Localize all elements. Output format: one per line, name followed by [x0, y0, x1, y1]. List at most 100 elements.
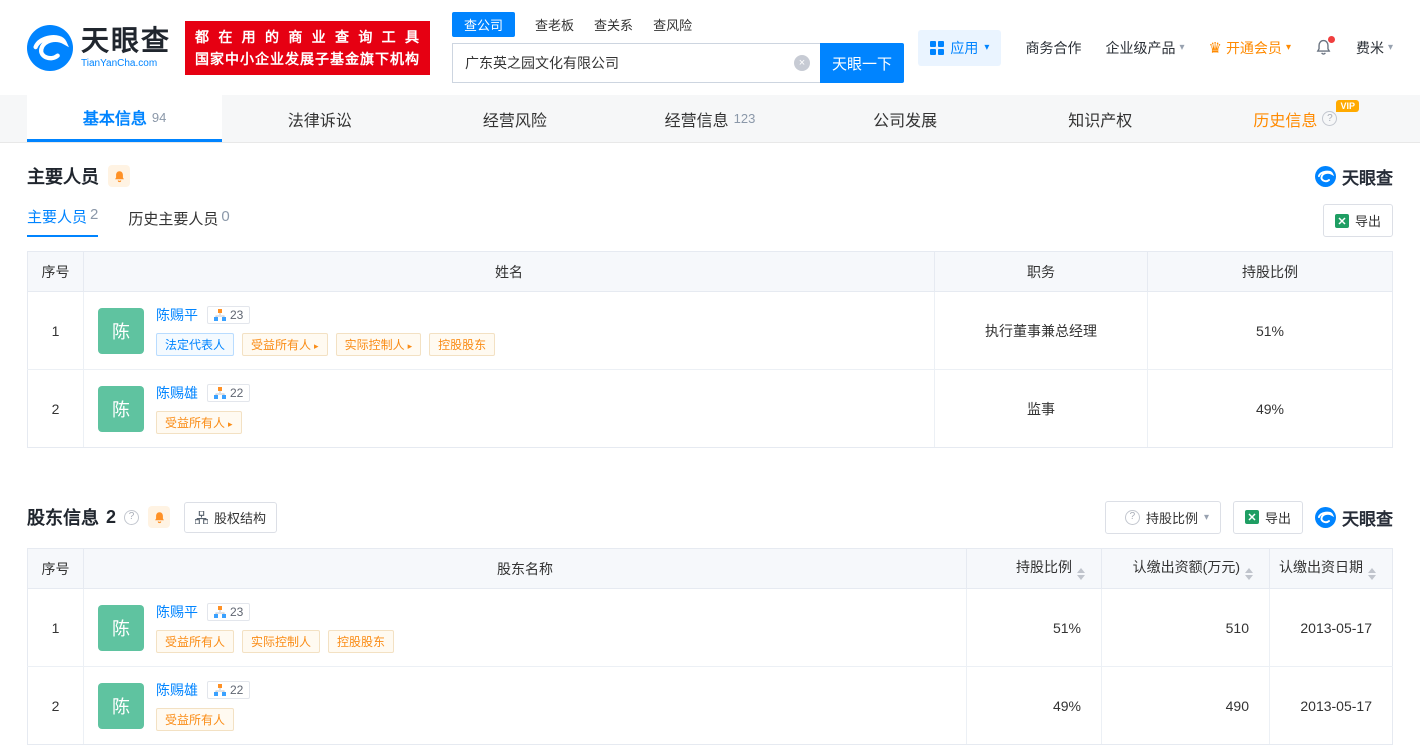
table-row: 1 陈 陈赐平	[27, 291, 1393, 370]
clear-icon[interactable]: ×	[794, 55, 811, 71]
sub-tab-count: 2	[90, 206, 99, 223]
tianyancha-watermark: 天眼查	[1315, 505, 1393, 530]
sort-icon[interactable]	[1077, 568, 1085, 580]
search-tab-boss[interactable]: 查老板	[535, 12, 574, 37]
relation-count-badge[interactable]: 22	[207, 681, 251, 699]
search-tab-company[interactable]: 查公司	[452, 12, 516, 37]
slogan-banner: 都在用的商业查询工具 国家中小企业发展子基金旗下机构	[185, 20, 431, 75]
person-name-link[interactable]: 陈赐平	[156, 602, 198, 622]
col-header-ratio: 持股比例	[1147, 251, 1393, 292]
person-name-link[interactable]: 陈赐雄	[156, 680, 198, 700]
notification-bell-icon[interactable]	[1315, 36, 1335, 56]
table-header-row: 序号 姓名 职务 持股比例	[27, 251, 1393, 292]
tag-actual-controller[interactable]: 实际控制人	[242, 630, 321, 653]
apps-menu[interactable]: 应用 ▾	[918, 29, 1002, 66]
sort-icon[interactable]	[1368, 568, 1376, 580]
col-header-ratio[interactable]: 持股比例	[966, 548, 1102, 589]
col-header-amount[interactable]: 认缴出资额(万元)	[1101, 548, 1270, 589]
tab-operation-risk[interactable]: 经营风险	[417, 95, 612, 142]
excel-icon	[1334, 213, 1349, 228]
col-header-no: 序号	[27, 548, 84, 589]
col-header-label: 认缴出资日期	[1279, 559, 1363, 575]
tab-intellectual-property[interactable]: 知识产权	[1003, 95, 1198, 142]
equity-structure-label: 股权结构	[214, 510, 267, 526]
avatar: 陈	[98, 385, 144, 432]
sub-tab-label: 主要人员	[27, 209, 88, 226]
search-tab-relation[interactable]: 查关系	[594, 12, 633, 37]
col-header-date[interactable]: 认缴出资日期	[1269, 548, 1393, 589]
ratio-cell: 51%	[1147, 291, 1393, 370]
export-button[interactable]: 导出	[1322, 204, 1393, 237]
user-menu[interactable]: 费米 ▾	[1356, 38, 1393, 58]
vip-link[interactable]: ♛ 开通会员 ▾	[1208, 38, 1290, 58]
site-header: 天眼查 TianYanCha.com 都在用的商业查询工具 国家中小企业发展子基…	[0, 0, 1420, 95]
enterprise-menu[interactable]: 企业级产品 ▾	[1105, 38, 1184, 58]
tab-operation-info[interactable]: 经营信息 123	[612, 95, 807, 142]
person-name-link[interactable]: 陈赐雄	[156, 383, 198, 403]
slogan-line1: 都在用的商业查询工具	[195, 28, 421, 45]
ratio-filter-button[interactable]: ? 持股比例 ▾	[1104, 500, 1221, 534]
tag-controlling-shareholder[interactable]: 控股股东	[429, 333, 496, 356]
search-tab-risk[interactable]: 查风险	[653, 12, 692, 37]
search-input[interactable]	[452, 43, 821, 83]
ratio-cell: 49%	[966, 666, 1102, 745]
logo-name: 天眼查	[81, 24, 172, 56]
tianyancha-logo[interactable]: 天眼查 TianYanCha.com	[27, 24, 172, 71]
sort-icon[interactable]	[1245, 568, 1253, 580]
help-icon[interactable]: ?	[124, 509, 140, 525]
tag-legal-rep[interactable]: 法定代表人	[156, 333, 235, 356]
tag-beneficial-owner[interactable]: 受益所有人	[156, 708, 235, 731]
tianyancha-logo-icon	[1315, 165, 1336, 187]
tab-label: 法律诉讼	[287, 112, 352, 130]
staff-section-title: 主要人员	[27, 167, 99, 187]
table-header-row: 序号 股东名称 持股比例 认缴出资额(万元) 认缴出资日期	[27, 548, 1393, 589]
excel-icon	[1244, 510, 1259, 524]
cooperation-link[interactable]: 商务合作	[1025, 38, 1081, 58]
tag-beneficial-owner[interactable]: 受益所有人	[242, 333, 328, 356]
cooperation-label: 商务合作	[1025, 39, 1082, 56]
page: 天眼查 TianYanCha.com 都在用的商业查询工具 国家中小企业发展子基…	[0, 0, 1420, 753]
table-row: 2 陈 陈赐雄	[27, 369, 1393, 448]
col-header-name: 姓名	[83, 251, 935, 292]
avatar: 陈	[98, 682, 144, 729]
tag-beneficial-owner[interactable]: 受益所有人	[156, 411, 242, 434]
follow-bell-icon[interactable]	[148, 506, 171, 528]
export-button[interactable]: 导出	[1232, 500, 1303, 534]
tag-controlling-shareholder[interactable]: 控股股东	[328, 630, 395, 653]
tab-company-development[interactable]: 公司发展	[808, 95, 1003, 142]
relation-count-badge[interactable]: 22	[207, 384, 251, 402]
tianyancha-watermark: 天眼查	[1315, 164, 1393, 189]
tab-history-staff[interactable]: 历史主要人员 0	[128, 208, 229, 237]
search-button[interactable]: 天眼一下	[820, 43, 905, 83]
date-cell: 2013-05-17	[1269, 588, 1393, 667]
org-chart-icon	[214, 309, 226, 321]
equity-structure-button[interactable]: 股权结构	[184, 501, 278, 533]
shareholder-table: 序号 股东名称 持股比例 认缴出资额(万元) 认缴出资日期 1 陈 陈赐平 23…	[27, 548, 1393, 745]
relation-count-badge[interactable]: 23	[207, 306, 251, 324]
ratio-cell: 49%	[1147, 369, 1393, 448]
staff-section: 主要人员 天眼查 主要人员 2 历史主要人员 0 导出 序号 姓名 职务 持股比…	[0, 159, 1420, 448]
table-row: 2 陈 陈赐雄	[27, 666, 1393, 745]
tag-beneficial-owner[interactable]: 受益所有人	[156, 630, 235, 653]
shareholder-section: 股东信息 2 ? 股权结构 ? 持股比例 ▾ 导出 天眼查 序号 股东名称 持股…	[0, 500, 1420, 745]
col-header-label: 认缴出资额(万元)	[1132, 559, 1240, 575]
help-icon[interactable]: ?	[1322, 111, 1338, 126]
date-cell: 2013-05-17	[1269, 666, 1393, 745]
enterprise-label: 企业级产品	[1105, 39, 1176, 56]
row-no: 2	[27, 369, 84, 448]
tab-current-staff[interactable]: 主要人员 2	[27, 206, 99, 237]
tab-history-info[interactable]: 历史信息 ? VIP	[1198, 95, 1393, 142]
tianyancha-logo-icon	[1315, 506, 1336, 528]
tab-basic-info[interactable]: 基本信息 94	[27, 95, 223, 142]
tab-label: 基本信息	[82, 111, 147, 128]
relation-count-badge[interactable]: 23	[207, 603, 251, 621]
follow-bell-icon[interactable]	[108, 165, 130, 187]
tab-legal-litigation[interactable]: 法律诉讼	[222, 95, 417, 142]
slogan-line2: 国家中小企业发展子基金旗下机构	[195, 50, 421, 67]
tag-actual-controller[interactable]: 实际控制人	[335, 333, 422, 356]
help-icon: ?	[1124, 509, 1140, 525]
sub-tab-label: 历史主要人员	[128, 211, 219, 228]
person-name-link[interactable]: 陈赐平	[156, 305, 198, 325]
relation-count: 22	[230, 386, 244, 400]
col-header-no: 序号	[27, 251, 84, 292]
